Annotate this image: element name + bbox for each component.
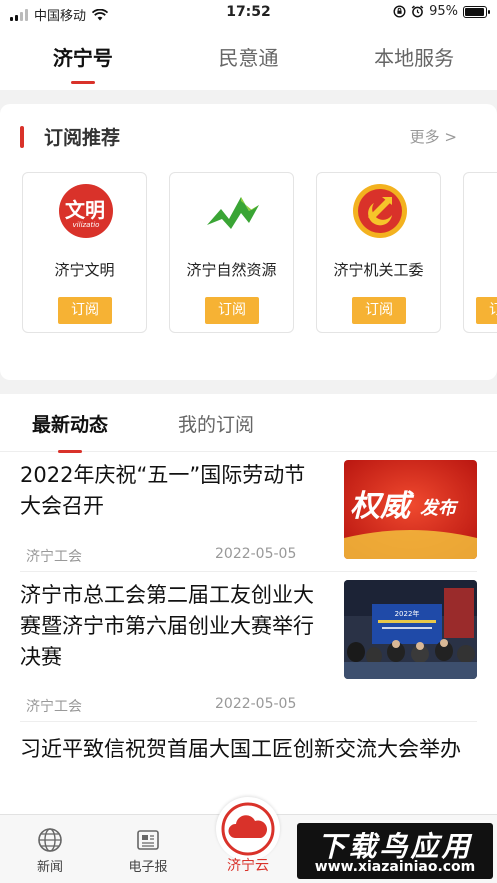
nav-news[interactable]: 新闻 [20,827,80,875]
article-date: 2022-05-05 [215,696,297,712]
subscribe-item-party-work[interactable]: 济宁机关工委 订阅 [316,172,441,333]
cloud-icon [221,802,275,856]
watermark-url: www.xiazainiao.com [314,859,476,875]
article-source: 济宁工会 [26,549,82,565]
subscribe-item-nature-resources[interactable]: 济宁自然资源 订阅 [169,172,294,333]
subscribe-title: 订阅推荐 [44,127,121,149]
subscribe-item-partial[interactable]: 订阅 [463,172,497,333]
article-title: 习近平致信祝贺首届大国工匠创新交流大会举办 [20,737,461,761]
nav-label: 新闻 [36,860,63,875]
newspaper-icon [137,830,159,850]
status-bar: 中国移动 17:52 95% [0,0,497,26]
subscribe-button[interactable]: 订阅 [205,297,259,324]
alarm-icon [411,5,424,18]
subscribe-button[interactable]: 订阅 [476,297,497,324]
thumbnail-text-release: 发布 [420,498,459,519]
subscribe-item-wenming[interactable]: 文明 vilizatio 济宁文明 订阅 [22,172,147,333]
article-source: 济宁工会 [26,699,82,715]
tab-minyitong[interactable]: 民意通 [166,26,332,90]
wenming-logo: 文明 vilizatio [59,184,113,238]
status-right: 95% [393,4,490,19]
tab-local-services[interactable]: 本地服务 [331,26,497,90]
app-screen: 中国移动 17:52 95% 济宁号 民意通 本地服务 订阅推荐 更多 > 文明… [0,0,497,883]
channel-tabs: 济宁号 民意通 本地服务 [0,26,497,90]
wenming-logo-text: 文明 [65,198,105,222]
subscribe-header: 订阅推荐 更多 > [0,122,497,152]
article-thumbnail: 2022年 [344,580,477,679]
wenming-logo-sub: vilizatio [73,221,100,229]
subscribe-item-name: 济宁文明 [54,261,115,279]
feed-tabs: 最新动态 我的订阅 [0,394,497,453]
article-title: 济宁市总工会第二届工友创业大赛暨济宁市第六届创业大赛举行决赛 [20,583,314,669]
thumbnail-screen-text: 2022年 [395,609,420,618]
tab-latest[interactable]: 最新动态 [32,410,108,453]
rotation-lock-icon [393,5,406,18]
battery-percent: 95% [429,4,458,19]
more-link[interactable]: 更多 > [410,126,457,147]
nav-label: 电子报 [128,860,168,875]
article-title: 2022年庆祝“五一”国际劳动节大会召开 [20,463,306,518]
nav-e-paper[interactable]: 电子报 [118,827,178,875]
subscribe-item-name: 济宁机关工委 [333,261,424,279]
tab-jiningh[interactable]: 济宁号 [0,26,166,90]
bottom-nav: 新闻 电子报 济宁云 下载鸟应用 www.xiazainiao.com [0,797,497,883]
globe-icon [38,828,62,852]
article-item[interactable]: 2022年庆祝“五一”国际劳动节大会召开 济宁工会 2022-05-05 权威 … [20,460,477,572]
subscribe-recommend-card: 订阅推荐 更多 > 文明 vilizatio 济宁文明 订阅 济宁自然资源 订阅 [0,104,497,380]
watermark-logo: 下载鸟应用 www.xiazainiao.com [297,823,493,879]
article-thumbnail: 权威 发布 [344,460,477,559]
battery-icon [463,5,490,18]
article-item[interactable]: 济宁市总工会第二届工友创业大赛暨济宁市第六届创业大赛举行决赛 济宁工会 2022… [20,580,477,722]
subscribe-item-name: 济宁自然资源 [186,261,277,279]
thumbnail-text-authority: 权威 [350,489,415,524]
subscribe-button[interactable]: 订阅 [352,297,406,324]
nav-jining-cloud[interactable] [216,797,280,861]
nature-resources-logo [207,197,259,229]
section-marker [20,126,24,148]
subscribe-list: 文明 vilizatio 济宁文明 订阅 济宁自然资源 订阅 济宁机关工委 订阅… [22,172,497,333]
subscribe-button[interactable]: 订阅 [58,297,112,324]
news-feed: 最新动态 我的订阅 2022年庆祝“五一”国际劳动节大会召开 济宁工会 2022… [0,394,497,814]
nav-label-cloud: 济宁云 [227,858,269,874]
article-date: 2022-05-05 [215,546,297,562]
tab-my-subscriptions[interactable]: 我的订阅 [178,410,254,437]
party-emblem-logo [353,184,407,238]
